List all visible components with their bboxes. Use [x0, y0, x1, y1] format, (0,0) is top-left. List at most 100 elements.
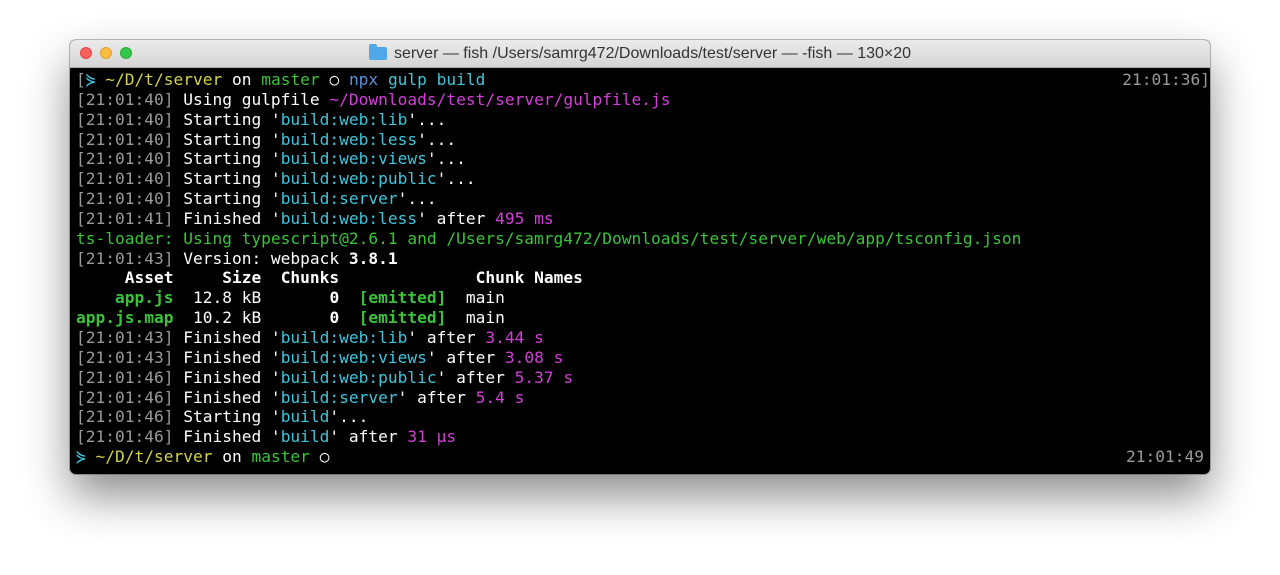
- command-npx: npx: [348, 70, 379, 89]
- prompt-line[interactable]: ⋟ ~/D/t/server on master ○ 21:01:49: [76, 447, 1210, 467]
- log-task: build: [280, 407, 330, 427]
- prompt-line: [⋟ ~/D/t/server on master ○ npx gulp bui…: [76, 70, 1210, 90]
- log-line: [21:01:40] Starting 'build:web:lib'...: [76, 109, 447, 129]
- log-task: build: [280, 427, 330, 447]
- log-time: 21:01:40: [85, 189, 164, 209]
- log-verb: Starting: [183, 129, 262, 149]
- log-line: [21:01:46] Finished 'build:server' after…: [76, 387, 525, 407]
- log-suffix: ...: [339, 407, 369, 427]
- prompt-status: ○: [329, 70, 340, 89]
- log-suffix: ...: [446, 169, 476, 189]
- log-duration: 495 ms: [495, 208, 554, 228]
- log-line: [21:01:46] Finished 'build' after 31 μs: [76, 427, 457, 447]
- log-line: [21:01:40] Using gulpfile ~/Downloads/te…: [76, 89, 671, 109]
- title-bar[interactable]: server — fish /Users/samrg472/Downloads/…: [70, 40, 1210, 68]
- prompt-on: on: [231, 70, 252, 89]
- asset-size: 12.8 kB: [192, 288, 262, 308]
- log-verb: Finished: [183, 387, 262, 407]
- log-after: after: [417, 387, 466, 407]
- ts-loader-line: ts-loader: Using typescript@2.6.1 and /U…: [76, 228, 1022, 248]
- log-line: [21:01:40] Starting 'build:web:less'...: [76, 129, 457, 149]
- asset-name: app.js: [114, 288, 174, 308]
- log-suffix: ...: [436, 149, 466, 169]
- log-line: [21:01:46] Starting 'build'...: [76, 407, 369, 427]
- log-task: build:web:less: [280, 208, 418, 228]
- terminal-output[interactable]: [⋟ ~/D/t/server on master ○ npx gulp bui…: [70, 68, 1210, 473]
- log-verb: Finished: [183, 427, 262, 447]
- log-after: after: [436, 208, 486, 228]
- asset-size: 10.2 kB: [192, 308, 262, 328]
- log-line: [21:01:43] Finished 'build:web:views' af…: [76, 347, 564, 367]
- header-asset: Asset: [124, 268, 174, 288]
- log-task: build:web:views: [280, 149, 427, 169]
- webpack-version: 3.8.1: [348, 248, 398, 268]
- log-verb: Finished: [183, 327, 262, 347]
- log-after: after: [348, 427, 398, 447]
- log-verb: Using gulpfile: [183, 89, 320, 109]
- log-after: after: [426, 327, 476, 347]
- log-time: 21:01:40: [85, 109, 164, 129]
- prompt-branch: master: [251, 447, 310, 467]
- log-duration: 31 μs: [407, 427, 457, 447]
- log-verb: Finished: [183, 347, 262, 367]
- log-duration: 3.08 s: [504, 347, 564, 367]
- header-chunks: Chunks: [280, 268, 340, 288]
- log-verb: Finished: [183, 208, 262, 228]
- log-suffix: ...: [407, 189, 437, 209]
- log-duration: 5.37 s: [514, 367, 574, 387]
- log-line: [21:01:40] Starting 'build:web:public'..…: [76, 169, 476, 189]
- log-line: [21:01:40] Starting 'build:web:views'...: [76, 149, 466, 169]
- log-task: build:web:public: [280, 169, 437, 189]
- log-time: 21:01:46: [85, 427, 164, 447]
- prompt-path: ~/D/t/server: [95, 447, 213, 467]
- log-task: build:web:lib: [280, 327, 408, 347]
- log-duration: 3.44 s: [485, 327, 544, 347]
- log-verb: Finished: [183, 367, 262, 387]
- window-title-group: server — fish /Users/samrg472/Downloads/…: [70, 40, 1210, 67]
- log-task: build:server: [280, 189, 398, 209]
- webpack-table-row: app.js.map 10.2 kB 0 [emitted] main: [76, 308, 1210, 328]
- log-time: 21:01:43: [85, 347, 164, 367]
- prompt-timestamp: 21:01:36]: [1122, 70, 1210, 89]
- webpack-table-row: app.js 12.8 kB 0 [emitted] main: [76, 288, 1210, 308]
- log-after: after: [456, 367, 505, 387]
- log-duration: 5.4 s: [475, 387, 525, 407]
- log-time: 21:01:41: [85, 208, 164, 228]
- terminal-window: server — fish /Users/samrg472/Downloads/…: [70, 40, 1210, 474]
- prompt-status: ○: [319, 447, 330, 467]
- log-verb: Starting: [183, 189, 262, 209]
- log-time: 21:01:46: [85, 407, 164, 427]
- log-task: build:web:views: [280, 347, 427, 367]
- log-verb: Starting: [183, 407, 262, 427]
- log-task: build:server: [280, 387, 398, 407]
- prompt-open-bracket: [: [76, 70, 86, 89]
- asset-emitted: [emitted]: [358, 308, 447, 328]
- log-verb: Starting: [183, 169, 262, 189]
- webpack-label: Version: webpack: [183, 248, 340, 268]
- log-verb: Starting: [183, 149, 262, 169]
- window-title: server — fish /Users/samrg472/Downloads/…: [393, 44, 912, 62]
- log-time: 21:01:46: [85, 387, 164, 407]
- webpack-table-header: Asset Size Chunks Chunk Names: [76, 268, 1210, 288]
- prompt-path: ~/D/t/server: [105, 70, 223, 89]
- prompt-symbol: ⋟: [76, 447, 86, 467]
- log-time: 21:01:43: [85, 327, 164, 347]
- asset-chunks: 0: [329, 288, 340, 308]
- log-verb: Starting: [183, 109, 262, 129]
- log-suffix: ...: [417, 109, 447, 129]
- asset-chunk-name: main: [465, 308, 505, 328]
- log-line: [21:01:40] Starting 'build:server'...: [76, 189, 437, 209]
- prompt-timestamp: 21:01:49: [1126, 447, 1204, 467]
- log-gulpfile-path: ~/Downloads/test/server/gulpfile.js: [329, 89, 671, 109]
- log-after: after: [446, 347, 496, 367]
- header-chunk-names: Chunk Names: [475, 268, 583, 288]
- log-time: 21:01:40: [85, 89, 164, 109]
- prompt-on: on: [222, 447, 242, 467]
- log-time: 21:01:40: [85, 169, 164, 189]
- log-task: build:web:less: [280, 129, 418, 149]
- asset-emitted: [emitted]: [358, 288, 447, 308]
- log-line: [21:01:41] Finished 'build:web:less' aft…: [76, 208, 554, 228]
- asset-name: app.js.map: [76, 308, 174, 328]
- header-size: Size: [222, 268, 262, 288]
- log-time: 21:01:43: [85, 248, 164, 268]
